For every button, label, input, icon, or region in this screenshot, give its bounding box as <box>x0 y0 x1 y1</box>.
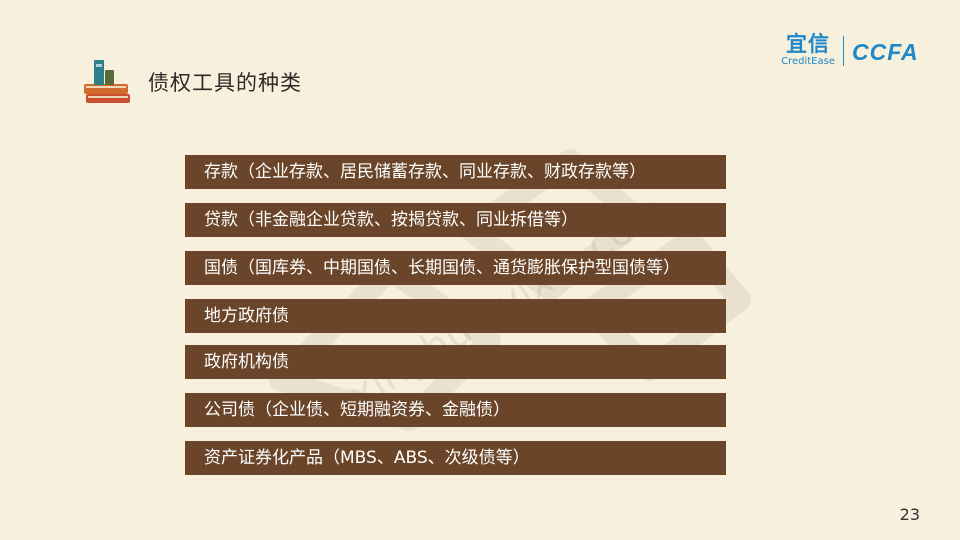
list-item-loans: 贷款（非金融企业贷款、按揭贷款、同业拆借等） <box>185 203 726 237</box>
logo-divider <box>843 36 844 66</box>
logo-en-text: CreditEase <box>781 56 835 67</box>
ccfa-logo: CCFA <box>852 39 930 63</box>
page-number: 23 <box>899 505 920 524</box>
stacked-books-icon <box>84 60 130 103</box>
ccfa-logo-text: CCFA <box>852 39 919 63</box>
ccfa-logo-mark: CCFA <box>852 39 919 63</box>
list-item-securitized: 资产证券化产品（MBS、ABS、次级债等） <box>185 441 726 475</box>
list-item-agency: 政府机构债 <box>185 345 726 379</box>
list-item-treasury: 国债（国库券、中期国债、长期国债、通货膨胀保护型国债等） <box>185 251 726 285</box>
brand-logo: 宜信 CreditEase CCFA <box>781 33 930 69</box>
list-item-local-gov: 地方政府债 <box>185 299 726 333</box>
list-item-deposits: 存款（企业存款、居民储蓄存款、同业存款、财政存款等） <box>185 155 726 189</box>
list-item-corporate: 公司债（企业债、短期融资券、金融债） <box>185 393 726 427</box>
watermark: xinghuo.yixin.com <box>269 149 751 431</box>
slide-title: 债权工具的种类 <box>148 71 302 95</box>
logo-cn-text: 宜信 <box>786 32 831 56</box>
slide-header: 债权工具的种类 <box>82 58 302 106</box>
creditease-logo: 宜信 CreditEase <box>781 34 835 68</box>
